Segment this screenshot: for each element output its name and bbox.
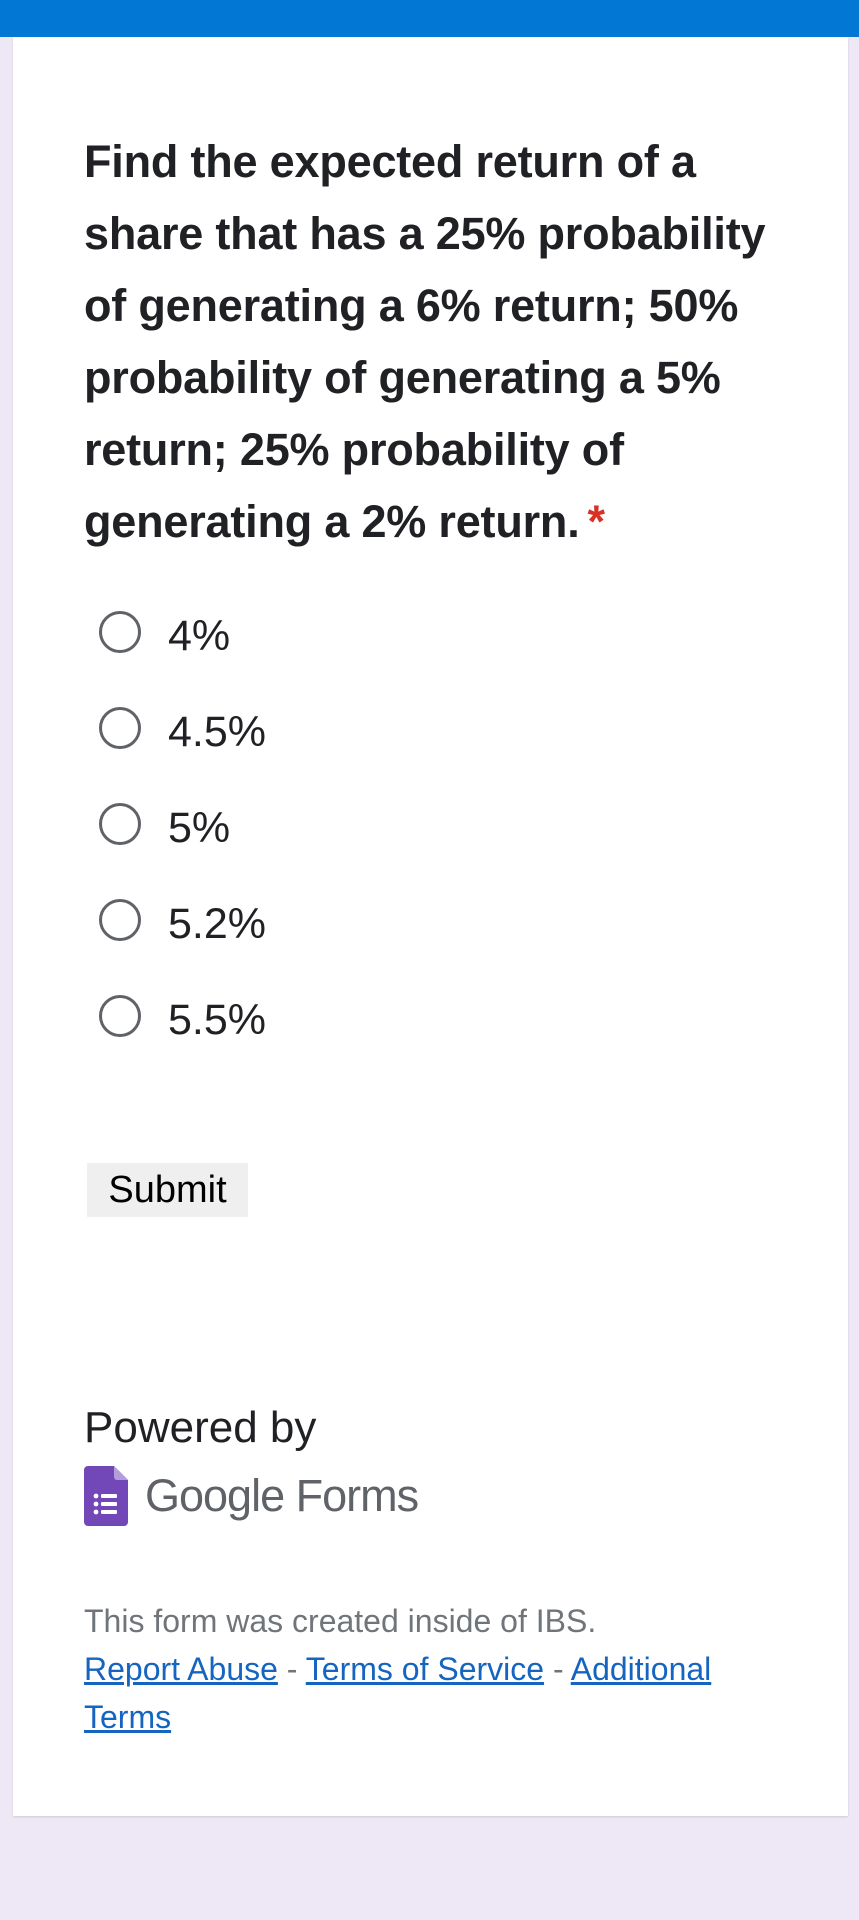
option-label: 5.5% (168, 996, 267, 1044)
option-4-percent[interactable]: 4% (99, 607, 230, 660)
link-separator: - (286, 1651, 298, 1687)
option-label: 5% (168, 804, 231, 852)
radio-unchecked-icon[interactable] (99, 995, 141, 1037)
required-asterisk: * (587, 496, 606, 547)
powered-by-label: Powered by (84, 1403, 317, 1452)
radio-unchecked-icon[interactable] (99, 707, 141, 749)
link-separator: - (552, 1651, 564, 1687)
google-forms-logo[interactable]: Google Forms (84, 1466, 419, 1526)
radio-unchecked-icon[interactable] (99, 803, 141, 845)
option-5-percent[interactable]: 5% (99, 799, 230, 852)
brand-google: Google (145, 1470, 285, 1521)
google-forms-icon (84, 1466, 128, 1526)
brand-forms: Forms (295, 1470, 419, 1521)
google-forms-wordmark: Google Forms (145, 1470, 419, 1522)
report-abuse-link[interactable]: Report Abuse (84, 1651, 278, 1687)
question-text: Find the expected return of a share that… (84, 136, 766, 547)
option-5-2-percent[interactable]: 5.2% (99, 895, 266, 948)
top-accent-bar (0, 0, 859, 37)
radio-unchecked-icon[interactable] (99, 611, 141, 653)
radio-unchecked-icon[interactable] (99, 899, 141, 941)
form-origin-note: This form was created inside of IBS. (84, 1603, 597, 1639)
option-label: 5.2% (168, 900, 267, 948)
option-label: 4.5% (168, 708, 267, 756)
question-title: Find the expected return of a share that… (84, 126, 784, 558)
submit-button[interactable]: Submit (87, 1163, 248, 1217)
option-label: 4% (168, 612, 231, 660)
terms-of-service-link[interactable]: Terms of Service (306, 1651, 544, 1687)
option-4-5-percent[interactable]: 4.5% (99, 703, 266, 756)
option-5-5-percent[interactable]: 5.5% (99, 991, 266, 1044)
footer-links: Report Abuse - Terms of Service - Additi… (84, 1645, 764, 1741)
